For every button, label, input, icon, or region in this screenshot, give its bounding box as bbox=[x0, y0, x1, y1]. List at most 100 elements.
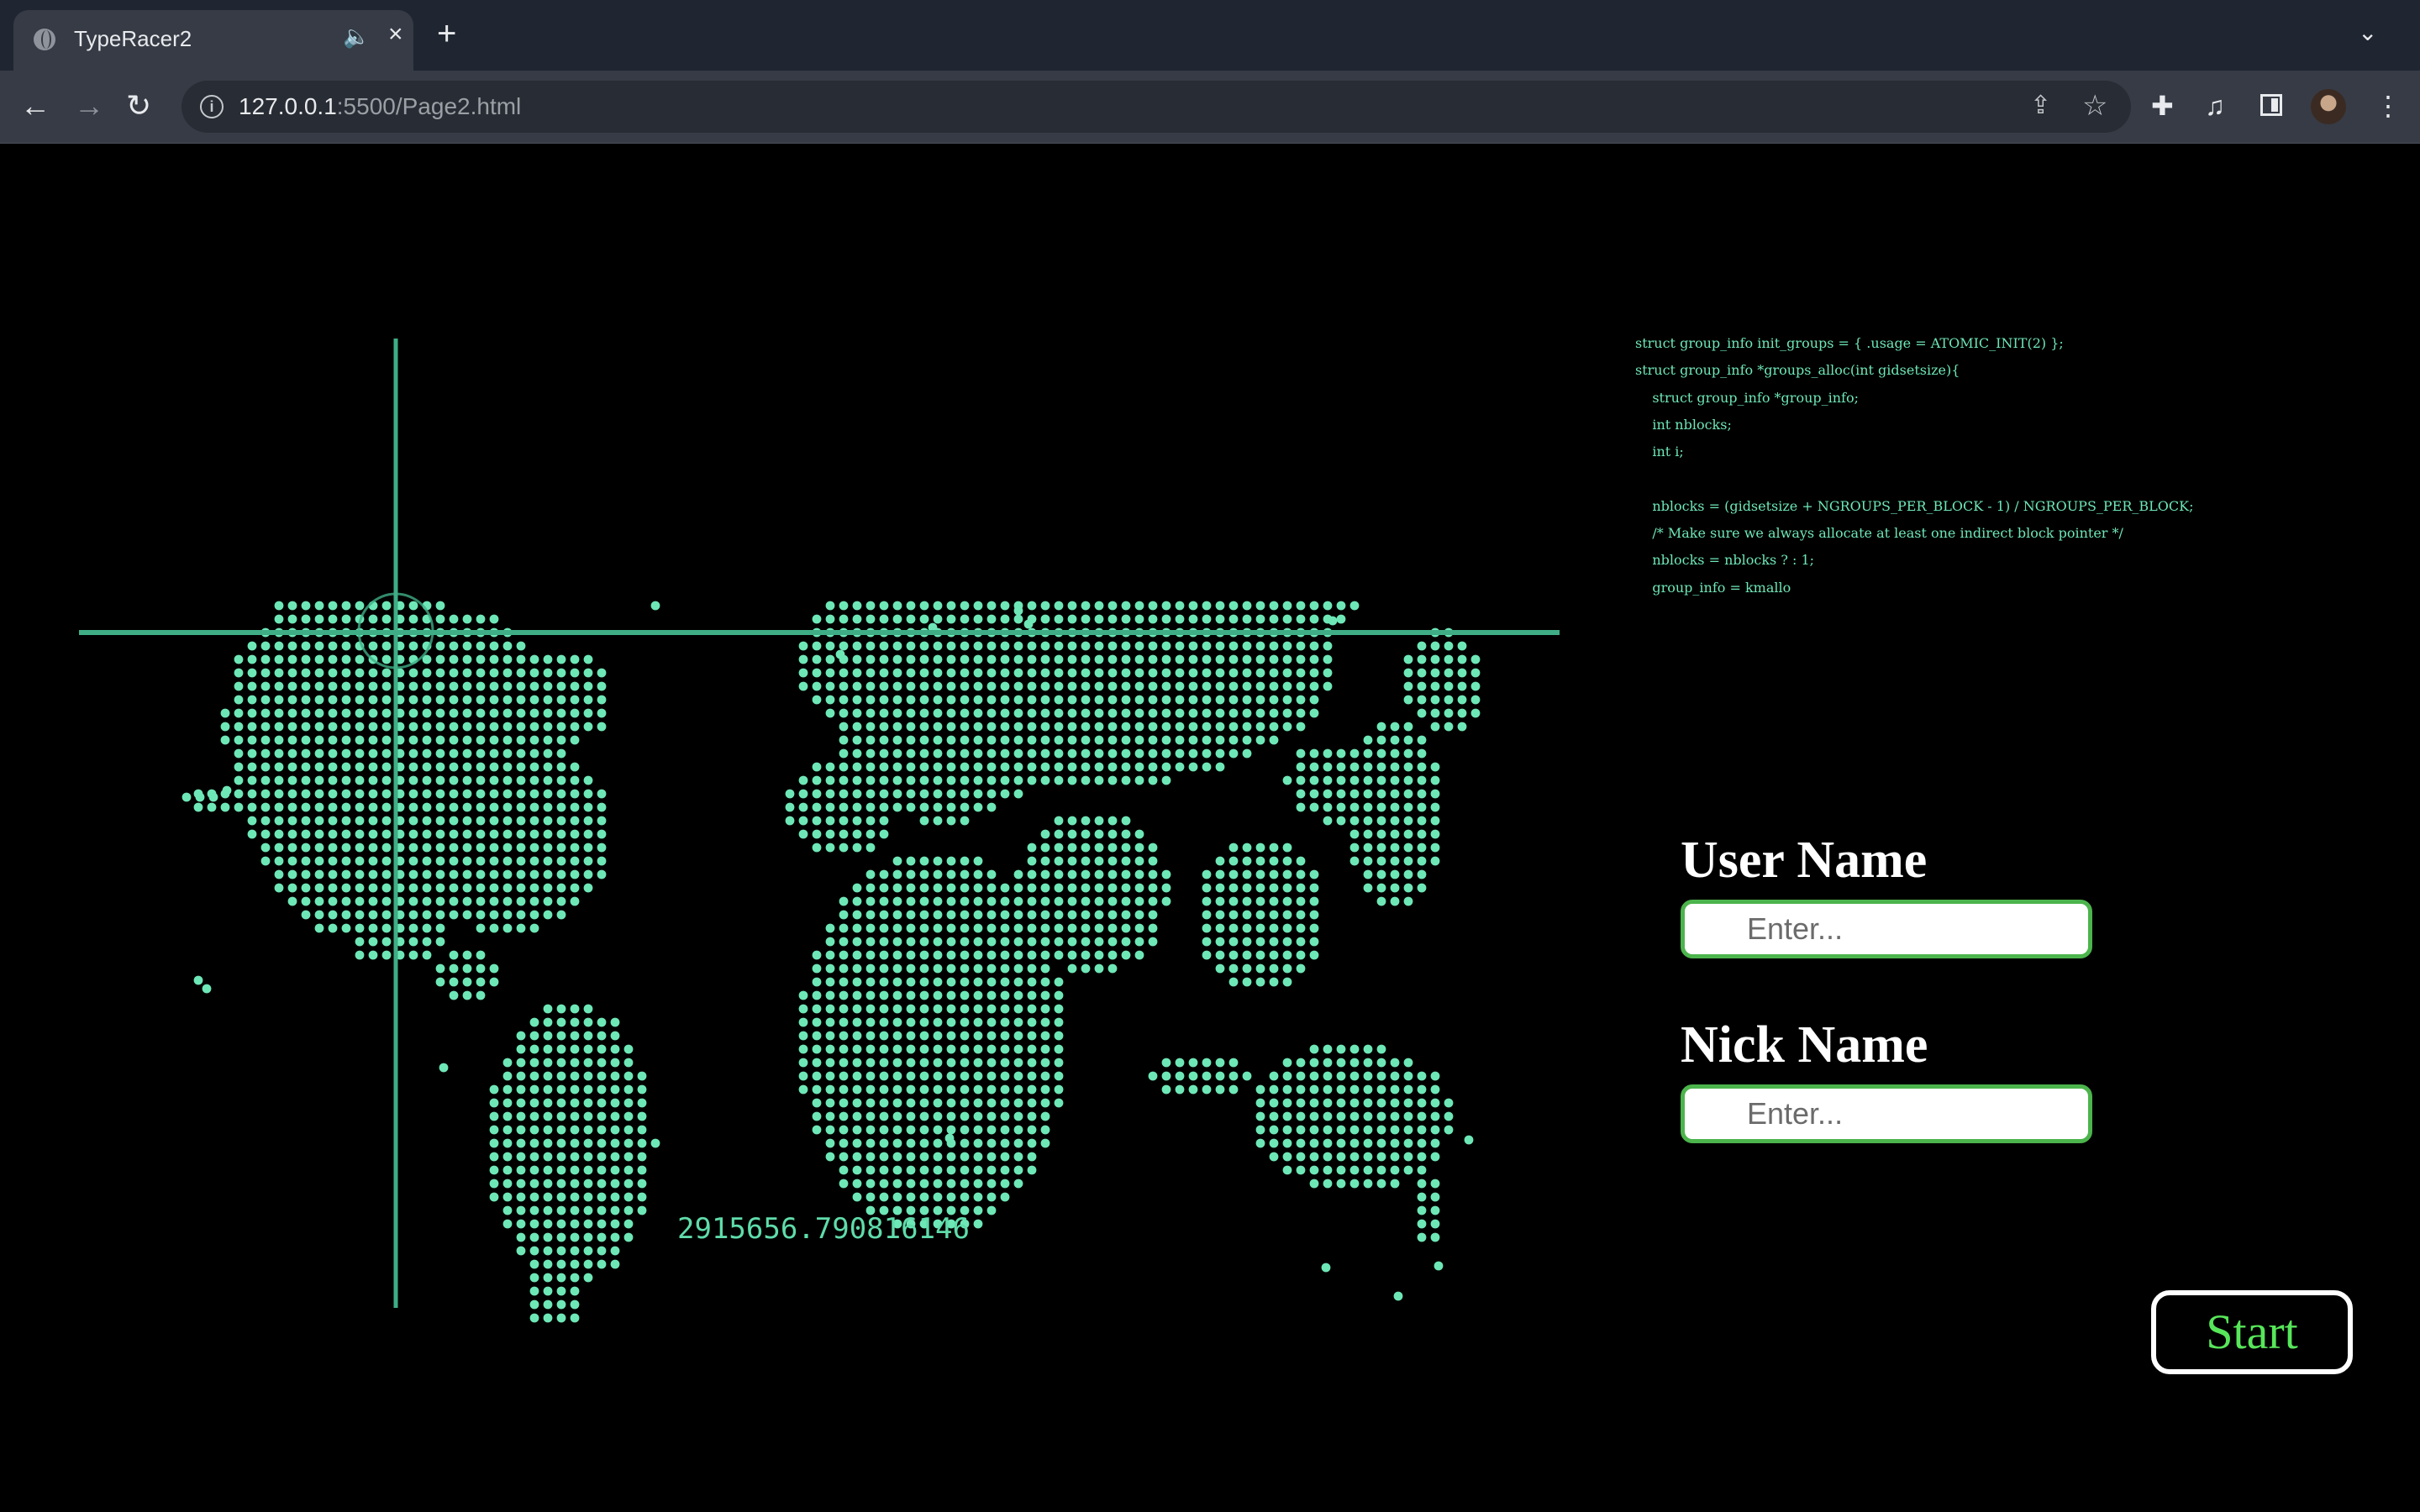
profile-avatar[interactable] bbox=[2311, 89, 2346, 124]
map-dot bbox=[1242, 722, 1252, 732]
map-dot bbox=[1107, 708, 1118, 718]
map-dot bbox=[960, 1165, 970, 1175]
map-dot bbox=[960, 802, 970, 812]
map-dot bbox=[1121, 601, 1131, 611]
map-dot bbox=[986, 1098, 997, 1108]
map-dot bbox=[422, 816, 432, 826]
share-icon[interactable]: ⇪ bbox=[2030, 91, 2051, 120]
map-dot bbox=[1309, 1044, 1319, 1054]
map-dot bbox=[812, 1044, 822, 1054]
map-dot bbox=[1121, 950, 1131, 960]
tab-close-button[interactable]: × bbox=[388, 20, 403, 49]
back-button[interactable]: ← bbox=[20, 89, 50, 123]
map-dot bbox=[516, 681, 526, 691]
map-dot bbox=[1027, 1084, 1037, 1095]
extensions-puzzle-icon[interactable]: ✚ bbox=[2151, 91, 2174, 121]
map-dot bbox=[1188, 614, 1198, 624]
address-bar[interactable]: i 127.0.0.1:5500/Page2.html ⇪ ☆ bbox=[182, 81, 2131, 133]
map-dot bbox=[825, 1044, 835, 1054]
map-dot bbox=[960, 950, 970, 960]
map-dot bbox=[489, 614, 499, 624]
start-button[interactable]: Start bbox=[2151, 1290, 2353, 1374]
user-name-input[interactable] bbox=[1681, 900, 2092, 958]
map-dot bbox=[1376, 856, 1386, 866]
map-dot bbox=[906, 762, 916, 772]
map-dot bbox=[1349, 775, 1360, 785]
url-text[interactable]: 127.0.0.1:5500/Page2.html bbox=[239, 93, 521, 120]
map-dot bbox=[825, 775, 835, 785]
site-info-icon[interactable]: i bbox=[200, 95, 224, 118]
media-control-icon[interactable]: ♫ bbox=[2205, 91, 2225, 121]
map-dot bbox=[879, 977, 889, 987]
map-dot bbox=[570, 1286, 580, 1296]
map-dot bbox=[435, 641, 445, 651]
map-dot bbox=[408, 601, 418, 611]
map-dot bbox=[489, 654, 499, 664]
map-dot bbox=[1444, 654, 1454, 664]
map-dot bbox=[879, 829, 889, 839]
map-dot bbox=[583, 843, 593, 853]
map-dot bbox=[1040, 856, 1050, 866]
map-dot bbox=[825, 829, 835, 839]
map-dot bbox=[543, 843, 553, 853]
map-dot bbox=[1134, 829, 1144, 839]
side-panel-icon[interactable] bbox=[2260, 94, 2282, 116]
bookmark-star-icon[interactable]: ☆ bbox=[2082, 89, 2107, 123]
map-dot bbox=[1228, 641, 1239, 651]
map-dot bbox=[1403, 1084, 1413, 1095]
map-dot bbox=[892, 1179, 902, 1189]
map-dot bbox=[1027, 923, 1037, 933]
map-dot bbox=[1430, 1205, 1440, 1215]
forward-button[interactable]: → bbox=[74, 89, 104, 123]
map-dot bbox=[1242, 923, 1252, 933]
new-tab-button[interactable]: + bbox=[437, 17, 456, 50]
map-dot bbox=[1000, 1031, 1010, 1041]
browser-tab[interactable]: TypeRacer2 🔈 × bbox=[13, 10, 413, 71]
map-dot bbox=[234, 748, 244, 759]
map-dot bbox=[879, 601, 889, 611]
map-dot bbox=[1188, 641, 1198, 651]
map-dot bbox=[1013, 681, 1023, 691]
map-dot bbox=[247, 654, 257, 664]
map-dot bbox=[260, 843, 271, 853]
map-dot bbox=[1228, 937, 1239, 947]
map-dot bbox=[825, 789, 835, 799]
map-dot bbox=[906, 735, 916, 745]
map-dot bbox=[408, 869, 418, 879]
map-dot bbox=[986, 641, 997, 651]
map-dot bbox=[1228, 910, 1239, 920]
map-dot bbox=[1228, 1071, 1239, 1081]
map-dot bbox=[1417, 654, 1427, 664]
map-dot bbox=[906, 1165, 916, 1175]
map-dot bbox=[449, 668, 459, 678]
map-dot bbox=[1081, 896, 1091, 906]
map-dot bbox=[1013, 1071, 1023, 1081]
map-dot bbox=[933, 856, 943, 866]
map-dot bbox=[529, 1125, 539, 1135]
map-dot bbox=[839, 896, 849, 906]
tab-search-chevron-icon[interactable]: ⌄ bbox=[2358, 18, 2377, 46]
map-dot bbox=[476, 883, 486, 893]
map-dot bbox=[906, 601, 916, 611]
map-dot bbox=[879, 923, 889, 933]
map-dot bbox=[1242, 708, 1252, 718]
map-dot bbox=[489, 668, 499, 678]
nick-name-input[interactable] bbox=[1681, 1084, 2092, 1143]
reload-button[interactable]: ↻ bbox=[126, 89, 151, 123]
map-dot bbox=[1349, 762, 1360, 772]
map-dot bbox=[529, 1017, 539, 1027]
map-dot bbox=[516, 1138, 526, 1148]
map-dot bbox=[1054, 735, 1064, 745]
map-dot bbox=[556, 1165, 566, 1175]
map-dot bbox=[986, 1031, 997, 1041]
map-dot bbox=[1417, 1219, 1427, 1229]
map-dot bbox=[1148, 923, 1158, 933]
speaker-icon[interactable]: 🔈 bbox=[343, 24, 370, 50]
map-dot bbox=[879, 735, 889, 745]
map-dot bbox=[220, 802, 230, 812]
kebab-menu-icon[interactable]: ⋮ bbox=[2375, 91, 2402, 121]
map-dot bbox=[946, 1084, 956, 1095]
map-dot bbox=[529, 1273, 539, 1283]
map-dot bbox=[422, 883, 432, 893]
map-dot bbox=[381, 681, 392, 691]
